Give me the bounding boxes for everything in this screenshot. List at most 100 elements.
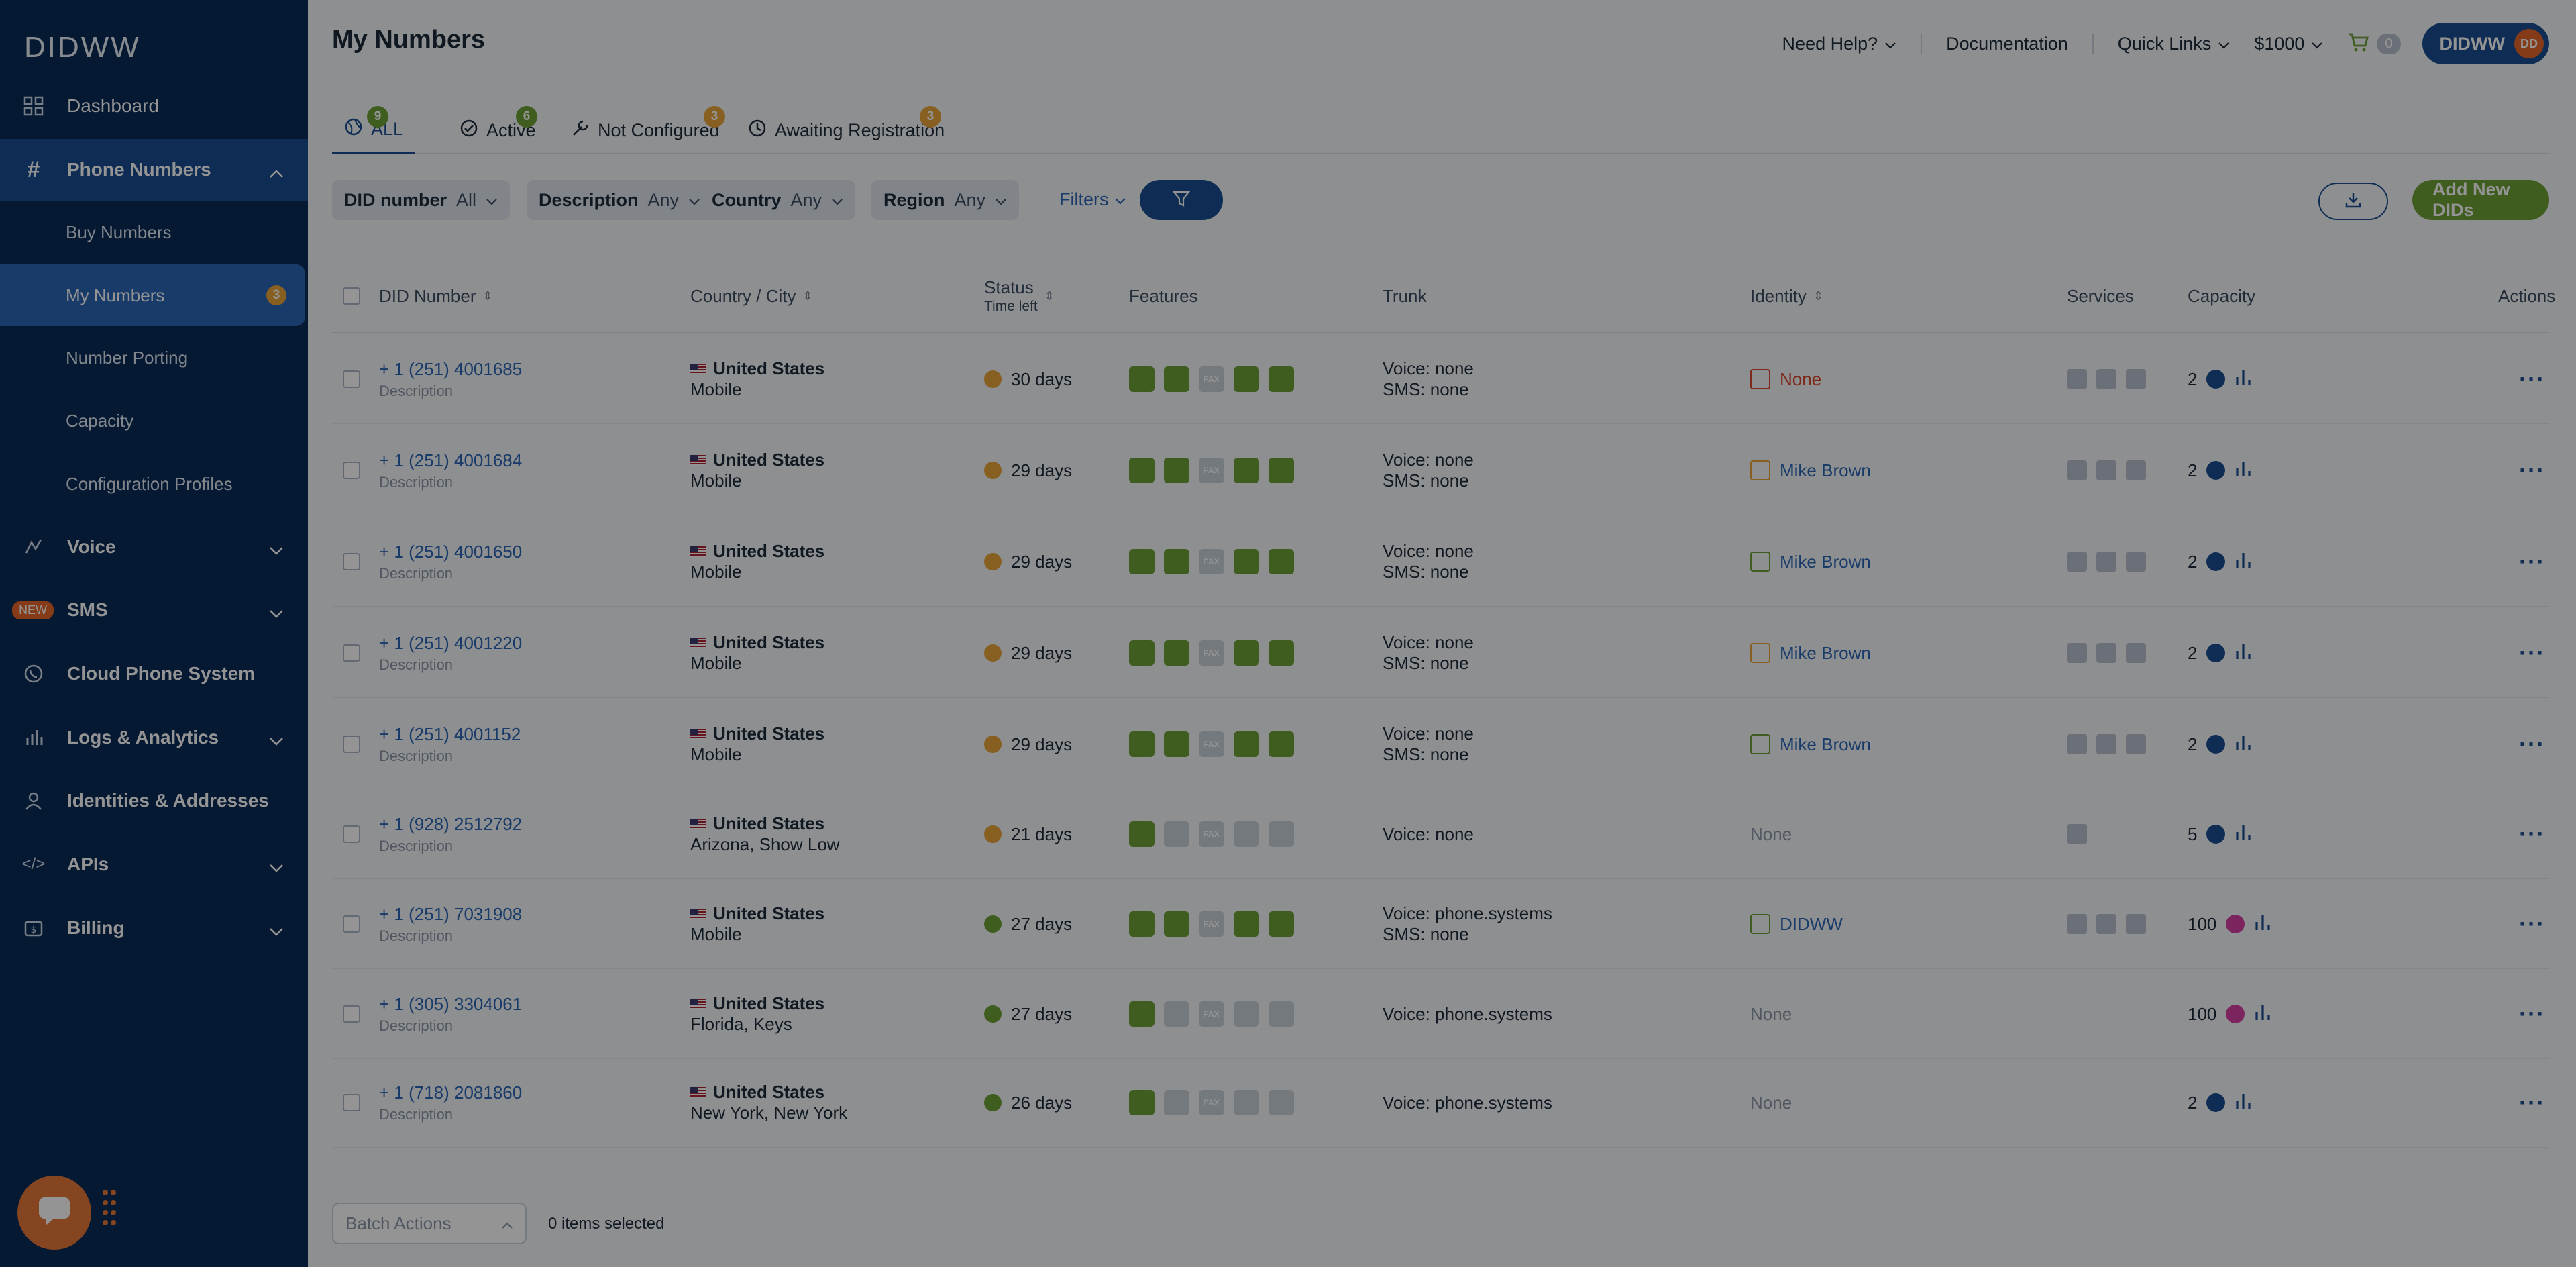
balance-dropdown[interactable]: $1000: [2254, 34, 2323, 54]
more-actions-icon[interactable]: ···: [2519, 365, 2545, 393]
quick-links-dropdown[interactable]: Quick Links: [2118, 34, 2231, 54]
sort-icon[interactable]: ⇕: [482, 289, 492, 303]
sidebar-item-identities-addresses[interactable]: Identities & Addresses: [0, 770, 308, 831]
did-number-link[interactable]: + 1 (718) 2081860: [379, 1082, 522, 1103]
row-checkbox[interactable]: [343, 825, 360, 843]
account-menu-button[interactable]: DIDWW DD: [2422, 23, 2549, 64]
table-row[interactable]: + 1 (251) 4001220 Description United Sta…: [332, 608, 2549, 698]
row-checkbox[interactable]: [343, 462, 360, 479]
did-number-link[interactable]: + 1 (305) 3304061: [379, 994, 522, 1015]
identity-link[interactable]: None: [1780, 369, 1821, 390]
identity-link[interactable]: DIDWW: [1780, 914, 1843, 935]
sidebar-item-cloud-phone-system[interactable]: Cloud Phone System: [0, 643, 308, 705]
checkbox[interactable]: [343, 287, 360, 305]
column-header-did[interactable]: DID Number ⇕: [379, 259, 493, 333]
column-header-status[interactable]: Status Time left ⇕: [984, 259, 1055, 333]
documentation-link[interactable]: Documentation: [1946, 34, 2068, 54]
tab-all[interactable]: ALL 9: [332, 106, 416, 154]
row-checkbox[interactable]: [343, 736, 360, 753]
row-checkbox[interactable]: [343, 915, 360, 933]
status-header-text: Status Time left: [984, 277, 1038, 315]
more-actions-icon[interactable]: ···: [2519, 1000, 2545, 1028]
bar-chart-icon[interactable]: [2254, 1003, 2271, 1026]
sidebar-subitem-buy-numbers[interactable]: Buy Numbers: [0, 201, 308, 263]
more-actions-icon[interactable]: ···: [2519, 456, 2545, 485]
description-filter[interactable]: Description Any: [527, 180, 713, 220]
sidebar-item-phone-numbers[interactable]: # Phone Numbers: [0, 139, 308, 201]
drag-handle-icon[interactable]: [102, 1189, 117, 1233]
table-row[interactable]: + 1 (251) 4001685 Description United Sta…: [332, 334, 2549, 424]
batch-actions-select[interactable]: Batch Actions: [332, 1203, 527, 1244]
cart-button[interactable]: 0: [2347, 32, 2401, 56]
did-number-link[interactable]: + 1 (251) 4001152: [379, 724, 521, 745]
region-filter[interactable]: Region Any: [871, 180, 1020, 220]
select-all-checkbox[interactable]: [343, 259, 360, 333]
row-checkbox[interactable]: [343, 370, 360, 388]
more-actions-icon[interactable]: ···: [2519, 1088, 2545, 1117]
did-number-link[interactable]: + 1 (251) 4001685: [379, 359, 522, 380]
bar-chart-icon[interactable]: [2235, 550, 2252, 574]
sidebar-subitem-number-porting[interactable]: Number Porting: [0, 327, 308, 389]
table-row[interactable]: + 1 (251) 4001152 Description United Sta…: [332, 699, 2549, 789]
chat-button[interactable]: [17, 1176, 91, 1250]
table-row[interactable]: + 1 (305) 3304061 Description United Sta…: [332, 969, 2549, 1059]
add-new-dids-button[interactable]: Add New DIDs: [2412, 179, 2549, 220]
table-row[interactable]: + 1 (251) 4001650 Description United Sta…: [332, 517, 2549, 607]
column-header-identity[interactable]: Identity ⇕: [1750, 259, 1823, 333]
sort-icon[interactable]: ⇕: [1044, 289, 1055, 303]
bar-chart-icon[interactable]: [2235, 459, 2252, 483]
did-number-link[interactable]: + 1 (928) 2512792: [379, 814, 522, 835]
more-actions-icon[interactable]: ···: [2519, 910, 2545, 938]
sidebar-item-apis[interactable]: </> APIs: [0, 833, 308, 895]
identity-link[interactable]: Mike Brown: [1780, 734, 1871, 755]
bar-chart-icon[interactable]: [2235, 368, 2252, 391]
tab-active[interactable]: Active 6: [460, 106, 537, 154]
sidebar-subitem-capacity[interactable]: Capacity: [0, 390, 308, 452]
status-cell: 30 days: [984, 334, 1072, 424]
apply-filter-button[interactable]: [1140, 180, 1223, 220]
bar-chart-icon[interactable]: [2235, 642, 2252, 665]
sidebar-subitem-my-numbers[interactable]: My Numbers 3: [0, 264, 305, 326]
bar-chart-icon[interactable]: [2235, 1091, 2252, 1115]
identity-link[interactable]: Mike Brown: [1780, 643, 1871, 664]
bar-chart-icon[interactable]: [2235, 733, 2252, 756]
table-row[interactable]: + 1 (718) 2081860 Description United Sta…: [332, 1058, 2549, 1148]
bar-chart-icon[interactable]: [2235, 823, 2252, 846]
sidebar-subitem-configuration-profiles[interactable]: Configuration Profiles: [0, 453, 308, 515]
identity-link[interactable]: Mike Brown: [1780, 460, 1871, 481]
did-number-link[interactable]: + 1 (251) 4001220: [379, 633, 522, 654]
download-button[interactable]: [2318, 183, 2388, 220]
did-number-link[interactable]: + 1 (251) 7031908: [379, 904, 522, 925]
identity-link[interactable]: Mike Brown: [1780, 552, 1871, 572]
row-checkbox[interactable]: [343, 553, 360, 570]
column-header-country[interactable]: Country / City ⇕: [690, 259, 813, 333]
more-actions-icon[interactable]: ···: [2519, 548, 2545, 576]
country-filter[interactable]: Country Any: [700, 180, 856, 220]
sidebar-item-dashboard[interactable]: Dashboard: [0, 75, 308, 137]
sort-icon[interactable]: ⇕: [1813, 289, 1823, 303]
tab-not-configured[interactable]: Not Configured 3: [571, 106, 725, 154]
sort-icon[interactable]: ⇕: [803, 289, 813, 303]
table-row[interactable]: + 1 (251) 7031908 Description United Sta…: [332, 879, 2549, 969]
row-checkbox[interactable]: [343, 1094, 360, 1111]
table-row[interactable]: + 1 (928) 2512792 Description United Sta…: [332, 789, 2549, 879]
need-help-dropdown[interactable]: Need Help?: [1782, 34, 1897, 54]
row-checkbox[interactable]: [343, 1005, 360, 1023]
more-filters-dropdown[interactable]: Filters: [1059, 189, 1126, 210]
sidebar-item-voice[interactable]: Voice: [0, 516, 308, 578]
sidebar-item-billing[interactable]: $ Billing: [0, 897, 308, 959]
more-actions-icon[interactable]: ···: [2519, 820, 2545, 848]
sidebar-item-logs-analytics[interactable]: Logs & Analytics: [0, 707, 308, 768]
row-checkbox[interactable]: [343, 644, 360, 662]
did-number-link[interactable]: + 1 (251) 4001650: [379, 542, 522, 562]
more-actions-icon[interactable]: ···: [2519, 639, 2545, 667]
did-number-link[interactable]: + 1 (251) 4001684: [379, 450, 522, 471]
more-actions-icon[interactable]: ···: [2519, 730, 2545, 758]
tab-awaiting-registration[interactable]: Awaiting Registration 3: [748, 106, 945, 154]
chevron-down-icon: [269, 856, 284, 878]
table-row[interactable]: + 1 (251) 4001684 Description United Sta…: [332, 425, 2549, 515]
did-number-filter[interactable]: DID number All: [332, 180, 511, 220]
bar-chart-icon[interactable]: [2254, 913, 2271, 936]
sidebar-item-sms[interactable]: NEW SMS: [0, 579, 308, 641]
sms-feature-icon: [1234, 1090, 1259, 1115]
